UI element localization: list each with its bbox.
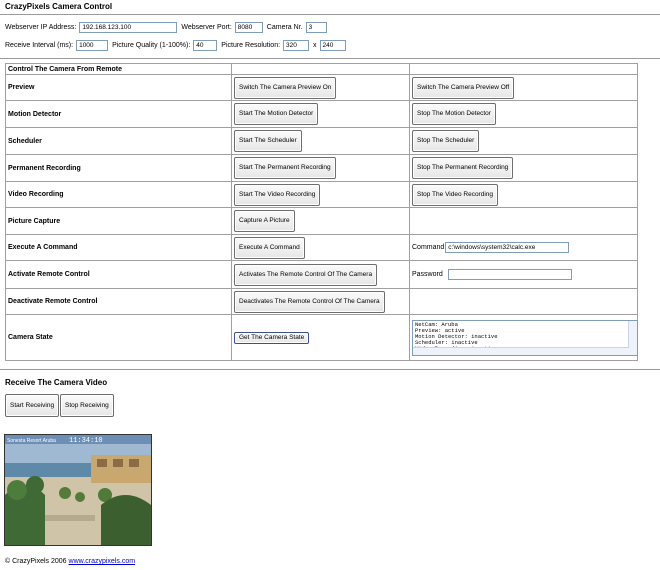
start-permanent-recording-button[interactable]: Start The Permanent Recording bbox=[234, 157, 336, 179]
beach-scene-image: Sonesta Resort Aruba 11:34:10 bbox=[5, 435, 151, 545]
start-motion-button[interactable]: Start The Motion Detector bbox=[234, 103, 319, 125]
start-receiving-button[interactable]: Start Receiving bbox=[5, 394, 60, 417]
camera-number-input[interactable]: 3 bbox=[305, 22, 327, 33]
website-link[interactable]: www.crazypixels.com bbox=[69, 558, 136, 565]
port-label: Webserver Port: bbox=[181, 24, 232, 31]
connection-settings-row: Webserver IP Address: 192.168.123.100 We… bbox=[5, 22, 331, 33]
start-video-recording-button[interactable]: Start The Video Recording bbox=[234, 183, 321, 206]
activate-remote-button[interactable]: Activates The Remote Control Of The Came… bbox=[234, 263, 378, 286]
stop-video-recording-button[interactable]: Stop The Video Recording bbox=[412, 183, 499, 206]
page-title: CrazyPixels Camera Control bbox=[5, 2, 113, 11]
horizontal-scrollbar[interactable] bbox=[413, 346, 629, 355]
stop-scheduler-button[interactable]: Stop The Scheduler bbox=[412, 130, 480, 152]
scheduler-label: Scheduler bbox=[5, 127, 232, 155]
copyright-text: © CrazyPixels 2006 bbox=[5, 558, 67, 565]
vertical-scrollbar[interactable] bbox=[628, 320, 637, 355]
execute-command-button[interactable]: Execute A Command bbox=[234, 236, 305, 259]
ip-address-input[interactable]: 192.168.123.100 bbox=[79, 22, 178, 33]
password-input[interactable] bbox=[447, 269, 572, 280]
port-input[interactable]: 8080 bbox=[234, 22, 263, 33]
receive-video-header: Receive The Camera Video bbox=[5, 378, 108, 387]
preview-label: Preview bbox=[5, 74, 232, 101]
camera-label: Camera Nr. bbox=[266, 24, 303, 31]
preview-on-button[interactable]: Switch The Camera Preview On bbox=[234, 76, 337, 99]
motion-label: Motion Detector bbox=[5, 100, 232, 128]
get-camera-state-button[interactable]: Get The Camera State bbox=[234, 331, 310, 344]
image-settings-row: Receive Interval (ms): 1000 Picture Qual… bbox=[5, 40, 350, 51]
stop-receiving-button[interactable]: Stop Receiving bbox=[60, 394, 114, 417]
deactivate-remote-label: Deactivate Remote Control bbox=[5, 288, 232, 315]
command-input[interactable]: c:\windows\system32\calc.exe bbox=[445, 242, 570, 253]
quality-label: Picture Quality (1-100%): bbox=[112, 42, 191, 49]
camera-state-output[interactable]: NetCam: Aruba Preview: active Motion Det… bbox=[412, 319, 638, 356]
ip-label: Webserver IP Address: bbox=[5, 24, 77, 31]
deactivate-remote-button[interactable]: Deactivates The Remote Control Of The Ca… bbox=[234, 290, 385, 313]
video-overlay-time: 11:34:10 bbox=[69, 437, 103, 445]
interval-label: Receive Interval (ms): bbox=[5, 42, 74, 49]
picture-capture-label: Picture Capture bbox=[5, 207, 232, 235]
resolution-height-input[interactable]: 240 bbox=[319, 40, 346, 51]
permanent-recording-label: Permanent Recording bbox=[5, 154, 232, 182]
camera-state-label: Camera State bbox=[5, 314, 232, 361]
password-label: Password bbox=[412, 271, 443, 278]
interval-input[interactable]: 1000 bbox=[76, 40, 109, 51]
footer: © CrazyPixels 2006 www.crazypixels.com bbox=[5, 558, 135, 565]
video-recording-label: Video Recording bbox=[5, 181, 232, 208]
camera-video-frame: Sonesta Resort Aruba 11:34:10 bbox=[4, 434, 152, 546]
stop-permanent-recording-button[interactable]: Stop The Permanent Recording bbox=[412, 157, 514, 179]
resolution-separator: x bbox=[313, 42, 317, 49]
control-header: Control The Camera From Remote bbox=[5, 63, 232, 75]
divider bbox=[0, 369, 660, 370]
divider bbox=[0, 58, 660, 59]
video-overlay-caption: Sonesta Resort Aruba bbox=[7, 438, 56, 444]
command-label: Command bbox=[412, 244, 445, 251]
resolution-width-input[interactable]: 320 bbox=[283, 40, 310, 51]
quality-input[interactable]: 40 bbox=[193, 40, 218, 51]
resolution-label: Picture Resolution: bbox=[221, 42, 281, 49]
stop-motion-button[interactable]: Stop The Motion Detector bbox=[412, 103, 496, 125]
execute-command-label: Execute A Command bbox=[5, 234, 232, 261]
divider bbox=[0, 14, 660, 15]
remote-control-table: Control The Camera From Remote Preview S… bbox=[5, 63, 638, 361]
start-scheduler-button[interactable]: Start The Scheduler bbox=[234, 130, 302, 152]
activate-remote-label: Activate Remote Control bbox=[5, 260, 232, 289]
preview-off-button[interactable]: Switch The Camera Preview Off bbox=[412, 76, 515, 99]
capture-picture-button[interactable]: Capture A Picture bbox=[234, 210, 295, 232]
